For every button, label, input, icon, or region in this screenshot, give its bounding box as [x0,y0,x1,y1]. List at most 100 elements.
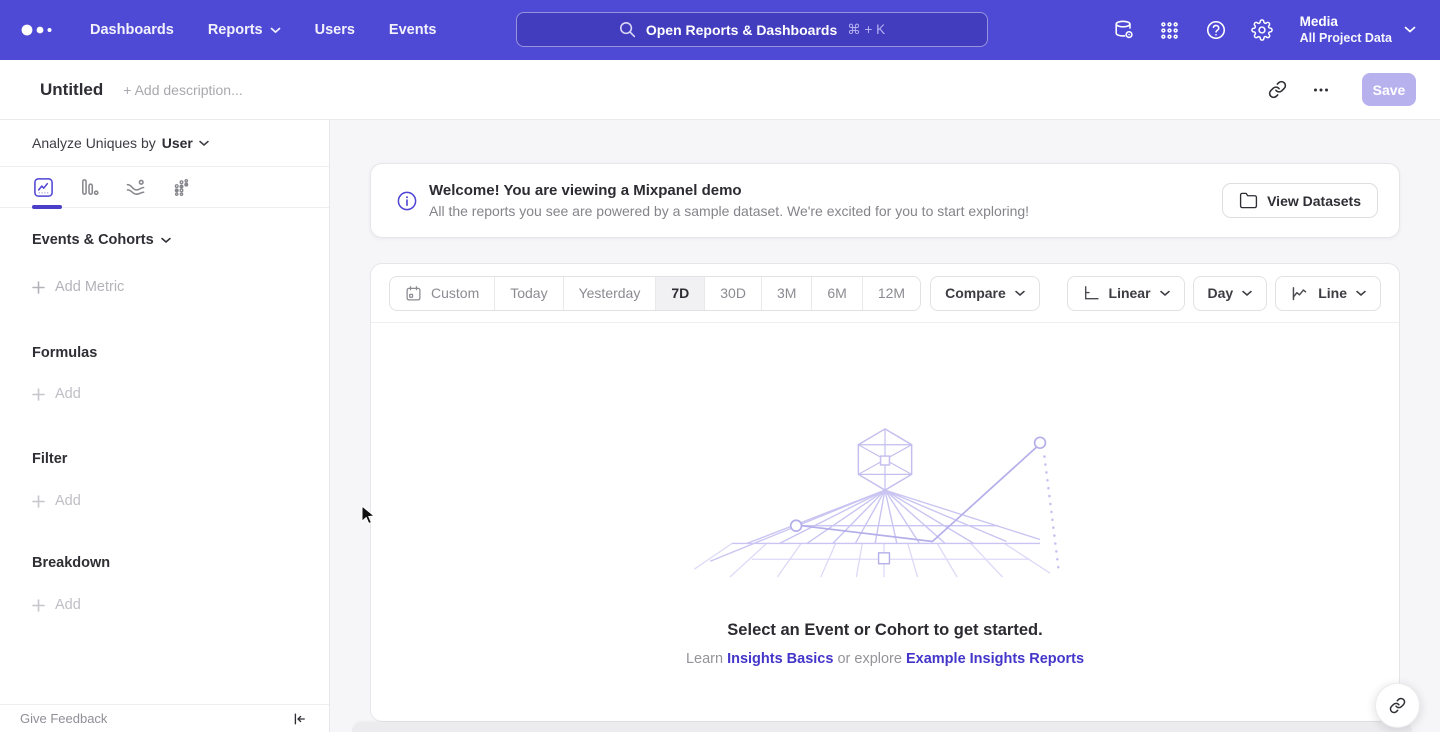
add-metric-button[interactable]: Add Metric [32,279,329,295]
ellipsis-icon [1312,81,1330,99]
search-placeholder: Open Reports & Dashboards [646,22,837,38]
chevron-down-icon [1015,290,1025,297]
tab-metrics[interactable] [170,176,192,198]
formulas-header: Formulas [32,345,329,361]
visualization-tabs [0,167,329,208]
range-3m[interactable]: 3M [761,277,811,310]
chevron-down-icon [270,27,281,34]
chevron-down-icon [1242,290,1252,297]
report-title[interactable]: Untitled [40,80,103,100]
empty-state-illustration [690,423,1080,581]
collapse-sidebar-button[interactable] [291,711,307,727]
date-range-segmented-control: Custom Today Yesterday 7D 30D 3M 6M 12M [389,276,921,311]
gear-icon [1251,19,1273,41]
chart-toolbar: Custom Today Yesterday 7D 30D 3M 6M 12M … [371,264,1399,323]
add-filter-button[interactable]: Add [32,493,329,509]
line-chart-icon [1290,284,1309,303]
range-30d[interactable]: 30D [704,277,761,310]
events-cohorts-header[interactable]: Events & Cohorts [32,232,329,248]
folder-icon [1239,192,1258,209]
compare-button[interactable]: Compare [930,276,1040,311]
mixpanel-logo[interactable] [20,23,74,37]
banner-title: Welcome! You are viewing a Mixpanel demo [429,182,1029,199]
empty-state: Select an Event or Cohort to get started… [371,323,1399,667]
mixpanel-logo-icon [20,23,58,37]
example-insights-reports-link[interactable]: Example Insights Reports [906,651,1084,667]
help-circle-icon [1205,19,1227,41]
breakdown-header: Breakdown [32,555,329,571]
tab-insights-line[interactable] [32,176,54,198]
report-description-placeholder[interactable]: + Add description... [123,82,242,98]
analyze-row: Analyze Uniques by User [0,120,329,167]
add-formula-button[interactable]: Add [32,386,329,402]
flow-tab-icon [125,177,146,198]
apps-grid-button[interactable] [1152,12,1188,48]
project-name: Media [1300,14,1392,31]
linear-axis-icon [1082,284,1100,302]
nav-dashboards[interactable]: Dashboards [80,14,184,46]
bottom-panel-edge [352,722,1412,732]
view-datasets-button[interactable]: View Datasets [1222,183,1378,218]
main-content: Welcome! You are viewing a Mixpanel demo… [330,120,1440,732]
save-button[interactable]: Save [1362,73,1416,106]
range-today[interactable]: Today [494,277,562,310]
bar-chart-tab-icon [79,177,100,198]
settings-button[interactable] [1244,12,1280,48]
chevron-down-icon [199,140,209,147]
give-feedback-link[interactable]: Give Feedback [20,711,107,726]
range-6m[interactable]: 6M [811,277,861,310]
help-button[interactable] [1198,12,1234,48]
share-link-fab[interactable] [1375,683,1420,728]
banner-subtitle: All the reports you see are powered by a… [429,203,1029,219]
tab-bar-chart[interactable] [78,176,100,198]
primary-nav: Dashboards Reports Users Events [80,14,446,46]
link-icon [1268,80,1287,99]
interval-dropdown[interactable]: Day [1193,276,1268,311]
copy-link-button[interactable] [1260,73,1294,107]
database-gear-icon [1113,19,1135,41]
filter-header: Filter [32,451,329,467]
empty-state-title: Select an Event or Cohort to get started… [727,621,1042,640]
report-header: Untitled + Add description... Save [0,60,1440,120]
insights-basics-link[interactable]: Insights Basics [727,651,833,667]
range-yesterday[interactable]: Yesterday [563,277,656,310]
insights-chart-card: Custom Today Yesterday 7D 30D 3M 6M 12M … [370,263,1400,722]
analyze-prefix: Analyze Uniques by [32,135,156,151]
global-search[interactable]: Open Reports & Dashboards ⌘ + K [516,12,988,47]
line-chart-tab-icon [33,177,54,198]
plus-icon [32,388,45,401]
data-management-button[interactable] [1106,12,1142,48]
empty-state-hint: Learn Insights Basics or explore Example… [686,651,1084,667]
welcome-banner: Welcome! You are viewing a Mixpanel demo… [370,163,1400,238]
scale-dropdown[interactable]: Linear [1067,276,1185,311]
grid-dots-icon [1159,20,1180,41]
range-12m[interactable]: 12M [862,277,920,310]
add-breakdown-button[interactable]: Add [32,597,329,613]
search-shortcut: ⌘ + K [847,22,885,38]
nav-events[interactable]: Events [379,14,447,46]
active-tab-indicator [32,205,62,209]
range-custom[interactable]: Custom [390,277,494,310]
project-scope: All Project Data [1300,31,1392,47]
project-switcher[interactable]: Media All Project Data [1300,14,1416,47]
analyze-unit-dropdown[interactable]: User [162,135,209,151]
nav-right-group: Media All Project Data [1106,12,1416,48]
chevron-down-icon [1404,26,1416,34]
query-builder-sidebar: Analyze Uniques by User [0,120,330,732]
chart-type-dropdown[interactable]: Line [1275,276,1381,311]
info-icon [397,191,417,211]
tab-flow[interactable] [124,176,146,198]
nav-users[interactable]: Users [305,14,365,46]
chevron-down-icon [161,237,171,244]
nav-reports[interactable]: Reports [198,14,291,46]
plus-icon [32,599,45,612]
plus-icon [32,281,45,294]
range-7d[interactable]: 7D [655,277,704,310]
chevron-down-icon [1356,290,1366,297]
calendar-icon [405,285,422,302]
search-icon [619,21,636,38]
plus-icon [32,495,45,508]
more-options-button[interactable] [1304,73,1338,107]
link-icon [1389,697,1406,714]
top-nav: Dashboards Reports Users Events Open Rep… [0,0,1440,60]
